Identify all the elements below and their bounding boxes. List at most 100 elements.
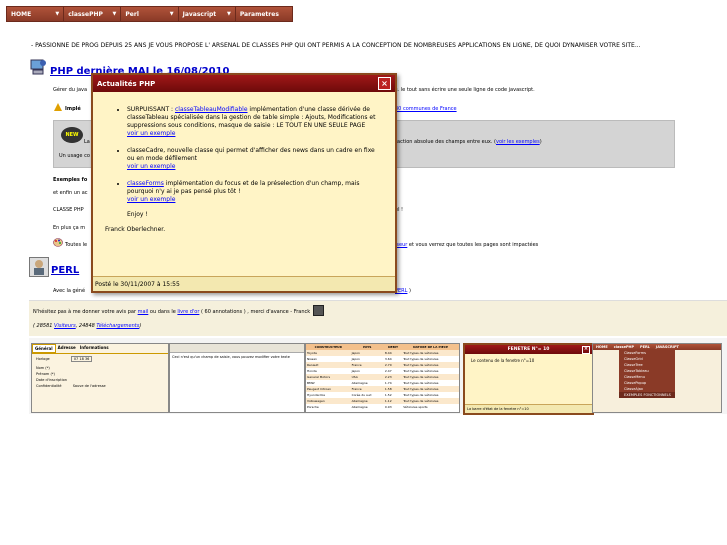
thumb-field: Horloge 07 18 36 (36, 356, 164, 362)
news-prefix: SURPUISSANT : (127, 106, 175, 113)
thumb-menu-tab: HOME (596, 345, 608, 349)
news-item: classeCadre, nouvelle classe qui permet … (127, 147, 383, 171)
feedback-text-2: ou dans le (148, 309, 178, 315)
table-row[interactable]: Porsche Allemagne 0.93 Véhicules sports (306, 404, 459, 410)
thumb-menu-tab: JAVASCRIPT (655, 345, 679, 349)
chevron-down-icon: ▼ (112, 11, 117, 17)
news-list: SURPUISSANT : classeTableauModifiable im… (105, 106, 383, 204)
downloads-count: , 24848 (75, 323, 97, 329)
classe-php-text: CLASSE PHP (53, 207, 84, 213)
table-cell: Porsche (307, 405, 319, 409)
thumb-window-body: Le contenu de la fenetre n°=10 (471, 358, 535, 363)
see-example-link[interactable]: voir un exemple (127, 130, 175, 137)
author-avatar-icon (313, 305, 324, 316)
grey-prefix: La (84, 139, 90, 145)
top-nav: HOME ▼ classePHP ▼ Perl ▼ Javascript ▼ Param… (6, 6, 293, 22)
perl-line-end: ) (407, 288, 411, 294)
thumb-clock: 07 18 36 (70, 356, 93, 362)
thumb-window-title: FENETRE N°= 10 (507, 347, 550, 352)
grey-line: raction absolue des champs entre eux. (v… (395, 139, 542, 145)
thumb-form[interactable]: Général Adresse Informations Horloge 07 … (31, 343, 169, 413)
perl-icon (29, 257, 49, 277)
en-plus-text: En plus ça m (53, 225, 86, 231)
intro-text: - PASSIONNE DE PROG DEPUIS 25 ANS JE VOU… (31, 42, 641, 49)
nav-label: Javascript (182, 10, 217, 18)
computer-icon (29, 58, 47, 76)
classe-forms-link[interactable]: classeForms (127, 180, 164, 187)
guestbook-link[interactable]: livre d'or (177, 309, 199, 315)
nav-label: HOME (11, 10, 32, 18)
thumb-field: Confidentialité Sauve de l'adresse (36, 383, 164, 389)
thumb-editor[interactable]: Ceci n'est qu'un champ de saisie, vous p… (169, 343, 305, 413)
news-modal: Actualités PHP × SURPUISSANT : classeTab… (91, 73, 397, 293)
php-line-1-start: Gérer du java (53, 87, 88, 93)
chevron-down-icon: ▼ (55, 11, 60, 17)
close-icon[interactable]: × (378, 77, 391, 90)
see-examples-link[interactable]: voir les exemples (496, 139, 540, 145)
palette-icon (53, 238, 63, 247)
visitors-count: ( 28581 (33, 323, 55, 329)
communes-link[interactable]: 30 communes de France (395, 106, 457, 112)
toutes-line: iseur et vous verrez que toutes les page… (395, 242, 538, 248)
toutes-end: et vous verrez que toutes les pages sont… (407, 242, 539, 248)
modal-title: Actualités PHP (97, 79, 156, 88)
perl-line-start: Avec la géné (53, 288, 86, 294)
close-icon[interactable]: × (582, 346, 590, 354)
thumb-table[interactable]: CONSTRUCTEUR PAYS DEBIT NATURE DE LA PIE… (305, 343, 460, 413)
grey-line-text: raction absolue des champs entre eux. ( (395, 139, 496, 145)
perl-line: PERL ) (395, 288, 411, 294)
table-cell: Véhicules sports (403, 405, 428, 409)
php-line-2-start: Implé (65, 106, 81, 112)
table-cell: Allemagne (351, 405, 368, 409)
classe-tableau-modifiable-link[interactable]: classeTableauModifiable (175, 106, 248, 113)
nav-item-home[interactable]: HOME ▼ (7, 7, 65, 21)
new-badge-icon: NEW (61, 127, 83, 143)
thumb-window-header: FENETRE N°= 10 × (465, 345, 592, 354)
see-example-link[interactable]: voir un exemple (127, 196, 175, 203)
downloads-link[interactable]: Téléchargements (96, 323, 139, 329)
modal-body: SURPUISSANT : classeTableauModifiable im… (93, 92, 395, 277)
thumb-tab: Informations (79, 345, 109, 350)
nav-item-parametres[interactable]: Parametres (236, 7, 292, 21)
php-line-1-end: s. le tout sans écrire une seule ligne d… (395, 87, 535, 93)
stats-line: ( 28581 Visiteurs, 24848 Téléchargements… (33, 323, 141, 329)
news-item: SURPUISSANT : classeTableauModifiable im… (127, 106, 383, 138)
modal-enjoy: Enjoy ! (127, 211, 148, 218)
thumb-tab: Général (32, 344, 56, 353)
editor-toolbar (170, 344, 304, 353)
feedback-text-3: ( 60 annotations ) , merci d'avance - Fr… (199, 309, 311, 315)
thumb-window[interactable]: FENETRE N°= 10 × Le contenu de la fenetr… (463, 343, 594, 415)
thumb-menu[interactable]: HOME classePHP PERL JAVASCRIPT ClasseFor… (592, 343, 722, 413)
feedback-line: N'hésitez pas à me donner votre avis par… (33, 309, 310, 315)
nav-item-javascript[interactable]: Javascript ▼ (179, 7, 236, 21)
visitors-link[interactable]: Visiteurs (54, 323, 76, 329)
news-item: classeForms implémentation du focus et d… (127, 180, 383, 204)
nav-label: Perl (125, 10, 139, 18)
news-text: classeCadre, nouvelle classe qui permet … (127, 147, 375, 162)
modal-status-bar: Posté le 30/11/2007 à 15:55 (93, 276, 395, 291)
and-finally-text: et enfin un ac (53, 190, 88, 196)
thumb-tab: Adresse (57, 345, 76, 350)
chevron-down-icon: ▼ (169, 11, 174, 17)
nav-label: classePHP (68, 10, 103, 18)
modal-signature: Franck Oberlechner. (105, 226, 166, 233)
nav-label: Parametres (239, 10, 279, 18)
examples-label: Exemples fo (53, 177, 88, 183)
perl-section-title[interactable]: PERL (51, 265, 79, 276)
mail-link[interactable]: mail (138, 309, 149, 315)
thumb-data-table: CONSTRUCTEUR PAYS DEBIT NATURE DE LA PIE… (306, 344, 459, 410)
nav-item-perl[interactable]: Perl ▼ (121, 7, 179, 21)
usage-text: Un usage co (59, 153, 90, 159)
nav-item-classephp[interactable]: classePHP ▼ (64, 7, 122, 21)
see-example-link[interactable]: voir un exemple (127, 163, 175, 170)
thumb-field-label: Confidentialité (36, 384, 62, 388)
chevron-down-icon: ▼ (226, 11, 231, 17)
feedback-text: N'hésitez pas à me donner votre avis par (33, 309, 138, 315)
toutes-start: Toutes le (65, 242, 88, 248)
table-cell: 0.93 (384, 405, 392, 409)
warning-icon (54, 103, 62, 111)
thumb-menu-item: EXEMPLES FONCTIONNELS (619, 392, 675, 398)
modal-header: Actualités PHP × (93, 75, 395, 92)
modal-posted-date: Posté le 30/11/2007 à 15:55 (95, 280, 180, 288)
grey-line-end: ) (539, 139, 542, 145)
